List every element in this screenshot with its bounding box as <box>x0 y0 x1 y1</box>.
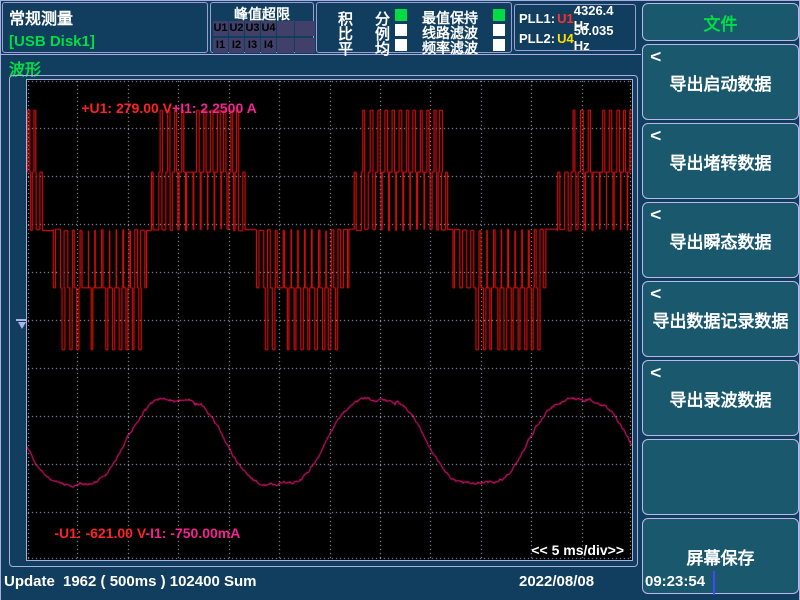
button-label: 导出启动数据 <box>670 70 772 95</box>
mode-title: 常规测量 <box>9 5 73 29</box>
menu-title-file[interactable]: 文件 <box>642 3 799 41</box>
peak-limit-current-row: I1 I2 I3 I4 <box>213 38 315 53</box>
i1-valley-readout: -I1: -750.00mA <box>145 525 240 541</box>
pll1-name: PLL1: <box>519 11 555 26</box>
empty-softkey <box>642 439 799 515</box>
export-stall-data-button[interactable]: < 导出堵转数据 <box>642 123 799 199</box>
scaling-indicator <box>395 24 407 36</box>
instrument-screen: 常规测量 [USB Disk1] 峰值超限 U1 U2 U3 U4 I1 I2 … <box>0 0 800 600</box>
bottom-status-bar: Update 1962 ( 500ms ) 102400 Sum 2022/08… <box>1 570 800 600</box>
freq-filter-label: 频率滤波 <box>422 38 478 58</box>
pll2-row: PLL2: U4 50.035 Hz <box>519 28 631 48</box>
trigger-marker-bar <box>16 319 26 321</box>
integration-indicator <box>395 9 407 21</box>
cursor-caret <box>713 571 715 595</box>
scope-bottom-labels: -U1: -621.00 V-I1: -750.00mA <box>31 509 240 557</box>
freq-filter-indicator <box>493 39 505 51</box>
sample-counter: 1962 ( 500ms ) 102400 Sum <box>63 573 256 590</box>
peak-cell-i1: I1 <box>213 38 228 53</box>
back-arrow-icon: < <box>650 206 661 226</box>
export-datalog-data-button[interactable]: < 导出数据记录数据 <box>642 281 799 357</box>
line-filter-indicator <box>493 24 505 36</box>
button-label: 导出瞬态数据 <box>670 228 772 253</box>
timebase-readout: << 5 ms/div>> <box>531 542 624 558</box>
peak-cell-i4: I4 <box>261 38 276 53</box>
export-startup-data-button[interactable]: < 导出启动数据 <box>642 44 799 120</box>
toggle-average-char2: 均 <box>375 38 390 59</box>
pll1-source: U1 <box>557 11 574 26</box>
peak-cell-empty <box>295 38 315 53</box>
usb-storage-label: [USB Disk1] <box>9 33 95 50</box>
back-arrow-icon: < <box>650 127 661 147</box>
export-transient-data-button[interactable]: < 导出瞬态数据 <box>642 202 799 278</box>
button-label: 导出录波数据 <box>670 386 772 411</box>
back-arrow-icon: < <box>650 364 661 384</box>
peak-cell-u2: U2 <box>229 21 244 36</box>
button-label: 导出数据记录数据 <box>653 307 789 332</box>
average-indicator <box>395 39 407 51</box>
toggles-box: 积 比 平 分 例 均 最值保持 线路滤波 频率滤波 <box>316 2 512 53</box>
u1-valley-readout: -U1: -621.00 V <box>54 525 145 541</box>
toggle-average-char1: 平 <box>338 38 353 59</box>
peak-cell-u3: U3 <box>245 21 260 36</box>
button-label: 屏幕保存 <box>687 544 755 569</box>
button-label: 导出堵转数据 <box>670 149 772 174</box>
time-readout: 09:23:54 <box>645 573 705 590</box>
pll2-value: 50.035 Hz <box>574 23 631 53</box>
back-arrow-icon: < <box>650 285 661 305</box>
peak-limit-box: 峰值超限 U1 U2 U3 U4 I1 I2 I3 I4 <box>210 2 314 53</box>
menu-title-label: 文件 <box>704 10 738 35</box>
softkey-menu: 文件 < 导出启动数据 < 导出堵转数据 < 导出瞬态数据 < 导出数据记录数据… <box>642 3 799 594</box>
scope-top-labels: +U1: 279.00 V+I1: 2.2500 A <box>58 84 257 132</box>
peak-cell-empty <box>295 21 315 36</box>
peak-cell-u1: U1 <box>213 21 228 36</box>
peak-cell-i3: I3 <box>245 38 260 53</box>
peak-cell-empty <box>277 38 294 53</box>
peak-cell-empty <box>277 21 294 36</box>
update-label: Update <box>4 573 55 590</box>
peak-cell-i2: I2 <box>229 38 244 53</box>
pll2-source: U4 <box>557 31 574 46</box>
export-waveform-record-button[interactable]: < 导出录波数据 <box>642 360 799 436</box>
u1-peak-readout: +U1: 279.00 V <box>81 100 172 116</box>
top-status-bar: 常规测量 [USB Disk1] 峰值超限 U1 U2 U3 U4 I1 I2 … <box>1 1 641 55</box>
date-readout: 2022/08/08 <box>519 573 594 590</box>
pll2-name: PLL2: <box>519 31 555 46</box>
waveform-canvas <box>27 80 632 560</box>
trigger-marker-arrow <box>18 322 26 329</box>
max-hold-indicator <box>493 9 505 21</box>
oscilloscope-display: +U1: 279.00 V+I1: 2.2500 A -U1: -621.00 … <box>26 79 633 561</box>
peak-cell-u4: U4 <box>261 21 276 36</box>
peak-limit-voltage-row: U1 U2 U3 U4 <box>213 21 315 36</box>
mode-box: 常规测量 [USB Disk1] <box>2 2 208 53</box>
back-arrow-icon: < <box>650 48 661 68</box>
pll-box: PLL1: U1 4326.4 Hz PLL2: U4 50.035 Hz <box>514 4 636 51</box>
i1-peak-readout: +I1: 2.2500 A <box>172 100 257 116</box>
